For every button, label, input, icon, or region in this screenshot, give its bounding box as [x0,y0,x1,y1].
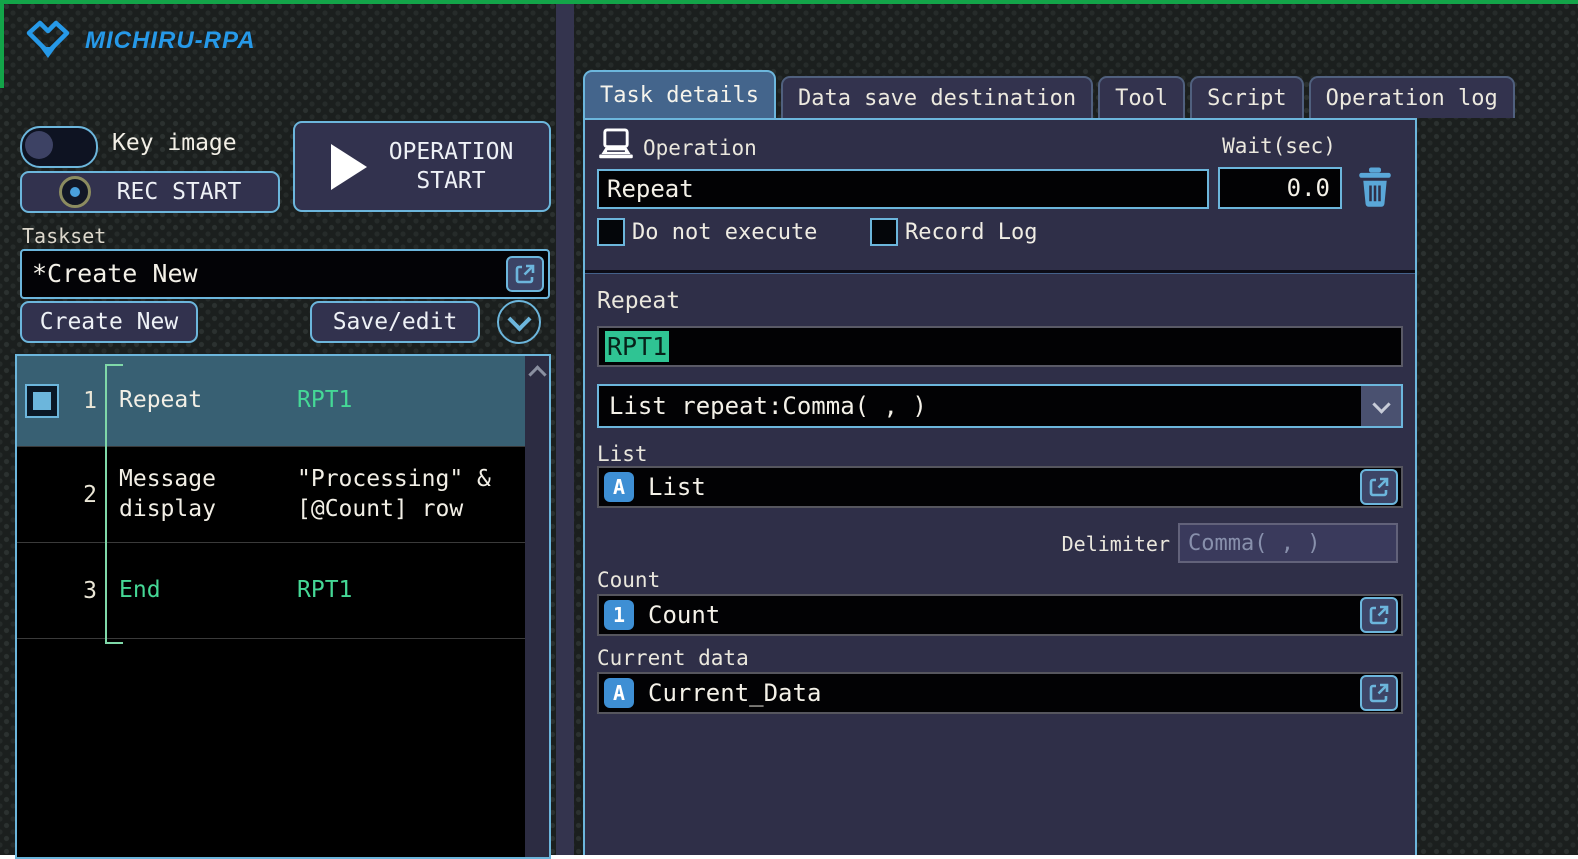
operation-start-label-line2: START [416,167,485,196]
delimiter-label: Delimiter [1005,532,1170,556]
operation-start-button[interactable]: OPERATION START [293,121,551,212]
external-link-icon [1367,475,1391,499]
taskset-label: Taskset [22,224,106,248]
delimiter-input[interactable] [1178,523,1398,563]
computer-icon [597,128,635,162]
task-list: 1 Repeat RPT1 2 Message display "Process… [15,354,551,859]
create-new-button[interactable]: Create New [20,301,198,343]
tab-operation-log[interactable]: Operation log [1309,76,1515,118]
detail-tabs: Task details Data save destination Tool … [583,72,1515,118]
tab-task-details[interactable]: Task details [583,70,776,118]
tab-script[interactable]: Script [1190,76,1303,118]
section-divider [585,270,1415,274]
panel-divider [556,4,574,855]
operation-input[interactable] [597,169,1209,209]
task-row-number: 1 [61,388,97,414]
delete-task-button[interactable] [1357,165,1397,209]
repeat-name-input[interactable]: RPT1 [597,326,1403,367]
record-log-checkbox[interactable] [870,218,898,246]
app-logo: MICHIRU-RPA [25,20,256,62]
tab-data-save-destination[interactable]: Data save destination [781,76,1093,118]
task-row-value: "Processing" & [@Count] row [287,465,549,525]
window-left-accent [0,0,4,88]
count-variable-field[interactable]: 1 Count [597,594,1403,636]
text-type-badge: A [604,678,634,708]
tab-tool[interactable]: Tool [1098,76,1185,118]
list-open-variable-button[interactable] [1360,469,1398,505]
operation-label: Operation [643,136,757,160]
text-type-badge: A [604,472,634,502]
toggle-knob [25,131,53,159]
selected-text: RPT1 [605,331,669,362]
current-data-open-variable-button[interactable] [1360,675,1398,711]
list-variable-field[interactable]: A List [597,466,1403,508]
current-data-variable-field[interactable]: A Current_Data [597,672,1403,714]
rec-start-label: REC START [117,179,242,205]
task-row-checkbox[interactable] [25,384,59,418]
task-details-panel: Operation Wait(sec) Do not execute Recor… [583,118,1417,855]
task-row-number: 2 [61,482,97,508]
operation-start-label-line1: OPERATION [389,138,514,167]
taskset-open-button[interactable] [506,256,544,292]
chevron-down-icon [507,307,531,331]
repeat-type-dropdown[interactable]: List repeat:Comma( , ) [597,384,1403,428]
play-icon [331,144,367,190]
key-image-label: Key image [112,130,237,156]
task-row-value: RPT1 [287,576,549,606]
scroll-up-icon [528,365,546,383]
task-row-3[interactable]: 3 End RPT1 [17,543,549,639]
list-label: List [597,442,648,466]
task-row-1[interactable]: 1 Repeat RPT1 [17,356,549,447]
taskset-input[interactable] [30,253,494,293]
task-row-name: Message display [111,465,287,525]
record-log-label: Record Log [905,220,1037,245]
current-data-label: Current data [597,646,749,670]
save-edit-button[interactable]: Save/edit [310,301,480,343]
trash-icon [1357,166,1397,208]
wait-sec-input[interactable] [1218,167,1342,209]
external-link-icon [1367,603,1391,627]
rec-start-button[interactable]: REC START [20,171,280,213]
task-row-name: Repeat [111,386,287,416]
do-not-execute-label: Do not execute [632,220,817,245]
window-top-accent [0,0,1578,4]
wait-sec-label: Wait(sec) [1215,134,1343,158]
heart-logo-icon [25,20,71,62]
count-open-variable-button[interactable] [1360,597,1398,633]
repeat-section-label: Repeat [597,288,680,314]
external-link-icon [513,262,537,286]
dropdown-button[interactable] [1361,386,1401,426]
task-row-number: 3 [61,578,97,604]
task-list-scrollbar[interactable] [525,356,549,857]
michiru-rpa-window: MICHIRU-RPA Key image OPERATION START RE… [0,0,1578,855]
rec-radio-icon [59,176,91,208]
key-image-toggle[interactable] [20,126,98,168]
taskset-field [20,249,550,299]
external-link-icon [1367,681,1391,705]
task-row-name: End [111,576,287,606]
task-row-2[interactable]: 2 Message display "Processing" & [@Count… [17,447,549,543]
brand-name: MICHIRU-RPA [85,27,256,55]
count-label: Count [597,568,660,592]
expand-menu-button[interactable] [497,300,541,344]
do-not-execute-checkbox[interactable] [597,218,625,246]
number-type-badge: 1 [604,600,634,630]
task-row-value: RPT1 [287,386,549,416]
chevron-down-icon [1372,395,1390,413]
